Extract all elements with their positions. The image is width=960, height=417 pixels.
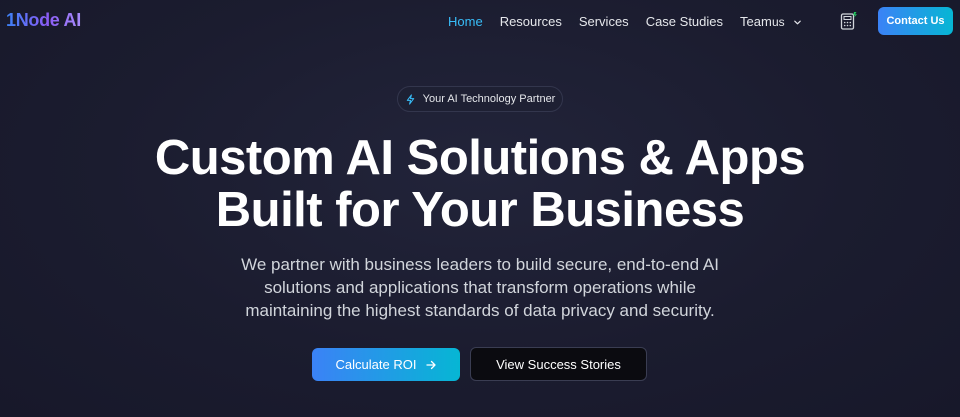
language-selector[interactable]: us [772,15,802,29]
nav-link-team[interactable]: Team [740,14,772,29]
view-success-stories-button[interactable]: View Success Stories [470,347,647,381]
subtext-line-2: solutions and applications that transfor… [264,278,696,297]
subtext-line-1: We partner with business leaders to buil… [241,255,719,274]
hero-subtext: We partner with business leaders to buil… [180,253,780,322]
chevron-down-icon [793,20,801,24]
partner-badge: Your AI Technology Partner [397,86,563,112]
landing-page: 1Node AI Home Resources Services Case St… [0,0,960,417]
subtext-line-3: maintaining the highest standards of dat… [245,301,715,320]
calculator-icon[interactable] [840,11,858,31]
headline-line-1: Custom AI Solutions & Apps [154,131,806,185]
calculate-roi-button[interactable]: Calculate ROI [312,348,460,381]
lightning-icon [406,93,414,105]
language-label: us [772,15,785,29]
logo[interactable]: 1Node AI [6,10,81,31]
hero-headline: Custom AI Solutions & Apps Built for You… [0,132,960,236]
nav-link-case-studies[interactable]: Case Studies [646,14,723,29]
badge-label: Your AI Technology Partner [422,93,556,105]
nav-link-home[interactable]: Home [448,14,483,29]
contact-us-button[interactable]: Contact Us [878,7,953,35]
headline-line-2: Built for Your Business [215,183,745,237]
arrow-right-icon [426,360,437,369]
nav-link-resources[interactable]: Resources [500,14,562,29]
top-nav: 1Node AI Home Resources Services Case St… [0,0,960,42]
calculate-roi-label: Calculate ROI [335,357,417,372]
nav-links: Home Resources Services Case Studies Tea… [448,14,789,29]
nav-link-services[interactable]: Services [579,14,629,29]
